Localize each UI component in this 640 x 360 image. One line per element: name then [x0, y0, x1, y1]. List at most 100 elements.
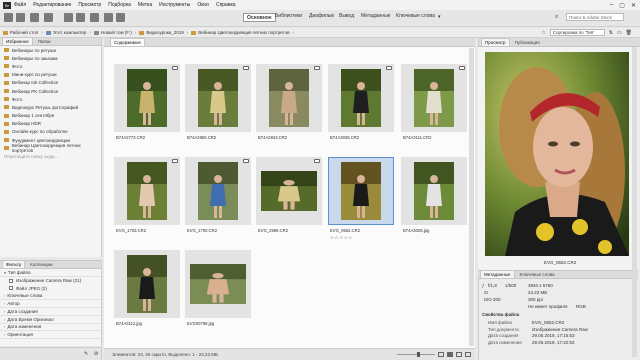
workspace-tab-filmstrip[interactable]: Диафильм: [306, 13, 337, 21]
menu-label[interactable]: Метка: [138, 2, 152, 8]
filter-section[interactable]: › Дата Время Оригинал: [0, 316, 101, 324]
view-details-icon[interactable]: [456, 352, 462, 357]
thumbnail[interactable]: B74A3036.CR2: [328, 64, 394, 148]
thumbnail[interactable]: EVG_1703.CR2: [114, 157, 180, 241]
maximize-icon[interactable]: ▢: [619, 2, 625, 9]
output-icon[interactable]: [90, 13, 99, 22]
view-thumbnails-icon[interactable]: [447, 352, 453, 357]
filter-option[interactable]: Изображение Camera Raw (21): [0, 277, 101, 285]
filter-option[interactable]: Файл JPEG (2): [0, 285, 101, 293]
thumbnail[interactable]: EVG00798.jpg: [185, 250, 251, 334]
favorite-item[interactable]: Фото: [0, 62, 101, 70]
thumbnail[interactable]: B74A2773.CR2: [114, 64, 180, 148]
sort-select[interactable]: Сортировка по 'Тип': [549, 29, 605, 36]
menu-tools[interactable]: Инструменты: [159, 2, 190, 8]
clear-filter-icon[interactable]: ⊘: [94, 351, 98, 357]
star-filter-icon[interactable]: ☆: [541, 30, 545, 36]
tab-content[interactable]: Содержимое: [110, 38, 145, 46]
filter-section[interactable]: ▾ Тип файла: [0, 269, 101, 277]
favorite-item[interactable]: Вебинар PK Collection: [0, 87, 101, 95]
shutter-value: 1/500: [505, 283, 517, 288]
property-value: 29.05.2019, 17:15:53: [532, 333, 575, 338]
thumbnail[interactable]: B74A3028.jpg: [401, 157, 467, 241]
search-input[interactable]: Поиск в Adobe Stock: [566, 13, 624, 21]
delete-icon[interactable]: 🗑: [626, 30, 632, 36]
folder-icon: [4, 138, 9, 143]
menu-window[interactable]: Окно: [197, 2, 209, 8]
view-list-icon[interactable]: [465, 352, 471, 357]
breadcrumb-item[interactable]: Рабочий стол ›: [3, 30, 43, 35]
filter-section[interactable]: › Дата изменения: [0, 324, 101, 332]
favorite-item[interactable]: Вебинар Цветокоррекция летних портретов: [0, 143, 101, 153]
preview-image[interactable]: [485, 52, 629, 256]
menu-help[interactable]: Справка: [216, 2, 236, 8]
rotate-left-icon[interactable]: [104, 13, 113, 22]
back-icon[interactable]: [4, 13, 13, 22]
recent-folders-icon[interactable]: [30, 13, 39, 22]
thumbnail[interactable]: EVG_0652.CR2 ☆☆☆☆☆: [328, 157, 394, 241]
tab-filter[interactable]: Фильтр: [2, 260, 26, 268]
favorite-item[interactable]: Онлайн-курс по обработке: [0, 128, 101, 136]
menu-stacks[interactable]: Подборка: [108, 2, 131, 8]
folder-icon: [4, 105, 9, 110]
workspace-tab-essentials[interactable]: Основное: [243, 13, 276, 22]
menu-edit[interactable]: Редактирование: [33, 2, 71, 8]
thumbnail[interactable]: B74A3111.CR2: [401, 64, 467, 148]
favorite-item[interactable]: Вебинары по ретуши: [0, 46, 101, 54]
tab-folders[interactable]: Папки: [35, 38, 54, 45]
workspace-tab-keywords[interactable]: Ключевые слова: [393, 13, 438, 21]
favorite-item[interactable]: Фото: [0, 95, 101, 103]
favorite-item[interactable]: Вебинар 1 сентября: [0, 112, 101, 120]
camera-raw-icon[interactable]: [76, 13, 85, 22]
favorite-item[interactable]: Вебинар Ink Collection: [0, 79, 101, 87]
favorite-item[interactable]: Вебинар HDR: [0, 120, 101, 128]
favorite-item[interactable]: Мини-курс по ретуши: [0, 71, 101, 79]
filter-section[interactable]: › Ориентация: [0, 331, 101, 340]
close-icon[interactable]: ✕: [631, 2, 636, 9]
workspace-tab-metadata[interactable]: Метаданные: [358, 13, 393, 21]
menu-file[interactable]: Файл: [14, 2, 26, 8]
rating-stars[interactable]: ☆☆☆☆☆: [330, 235, 353, 241]
tab-publish[interactable]: Публикация: [512, 39, 543, 46]
content-scrollbar[interactable]: [469, 48, 474, 346]
right-scrollbar[interactable]: [632, 47, 637, 357]
breadcrumb-item[interactable]: Вебинар Цветокоррекция летних портретов ›: [191, 30, 294, 35]
pin-icon[interactable]: ✎: [84, 351, 88, 357]
workspace-tab-output[interactable]: Вывод: [336, 13, 357, 21]
favorite-item[interactable]: Видеокурс Ретушь фотографий: [0, 103, 101, 111]
new-folder-icon[interactable]: ▭: [617, 30, 622, 36]
tab-favorites[interactable]: Избранное: [2, 37, 33, 45]
view-grid-lock-icon[interactable]: [438, 352, 444, 357]
thumbnail[interactable]: EVG_2989.CR2: [256, 157, 322, 241]
tab-metadata[interactable]: Метаданные: [480, 270, 515, 278]
thumbnail[interactable]: B74A2806.CR2: [185, 64, 251, 148]
workspace-tab-libraries[interactable]: Библиотеки: [272, 13, 305, 21]
filter-section[interactable]: › Автор: [0, 300, 101, 308]
tab-collections[interactable]: Коллекции: [27, 261, 55, 268]
breadcrumb-item[interactable]: Этот компьютер ›: [45, 30, 91, 35]
minimize-icon[interactable]: –: [610, 2, 613, 9]
filter-checkbox[interactable]: [9, 278, 13, 283]
workspace-menu-icon[interactable]: ▾: [438, 14, 441, 20]
thumbnail[interactable]: B74A2843.CR2: [256, 64, 322, 148]
filter-section[interactable]: › Дата создания: [0, 308, 101, 316]
thumbnail-size-slider[interactable]: [397, 352, 435, 357]
thumbnail[interactable]: B74A3112.jpg: [114, 250, 180, 334]
breadcrumb-item[interactable]: Новый том (F:) ›: [93, 30, 136, 35]
sort-direction-icon[interactable]: ⇅: [609, 30, 613, 36]
forward-icon[interactable]: [16, 13, 25, 22]
file-properties-title[interactable]: Свойства файла: [482, 312, 519, 317]
camera-raw-badge-icon: [314, 159, 320, 163]
rotate-right-icon[interactable]: [116, 13, 125, 22]
refine-icon[interactable]: [64, 13, 73, 22]
menu-view[interactable]: Просмотр: [78, 2, 101, 8]
tab-keywords[interactable]: Ключевые слова: [517, 271, 558, 278]
tab-preview[interactable]: Просмотр: [481, 38, 510, 46]
filter-option-label: Файл JPEG: [16, 285, 41, 291]
filter-section[interactable]: › Ключевые слова: [0, 292, 101, 301]
favorite-item[interactable]: Вебинары по заказам: [0, 54, 101, 62]
photo-downloader-icon[interactable]: [44, 13, 53, 22]
filter-checkbox[interactable]: [9, 286, 13, 291]
thumbnail[interactable]: EVG_1700.CR2: [185, 157, 251, 241]
breadcrumb-item[interactable]: Видеоуроки_2019 ›: [139, 30, 188, 35]
